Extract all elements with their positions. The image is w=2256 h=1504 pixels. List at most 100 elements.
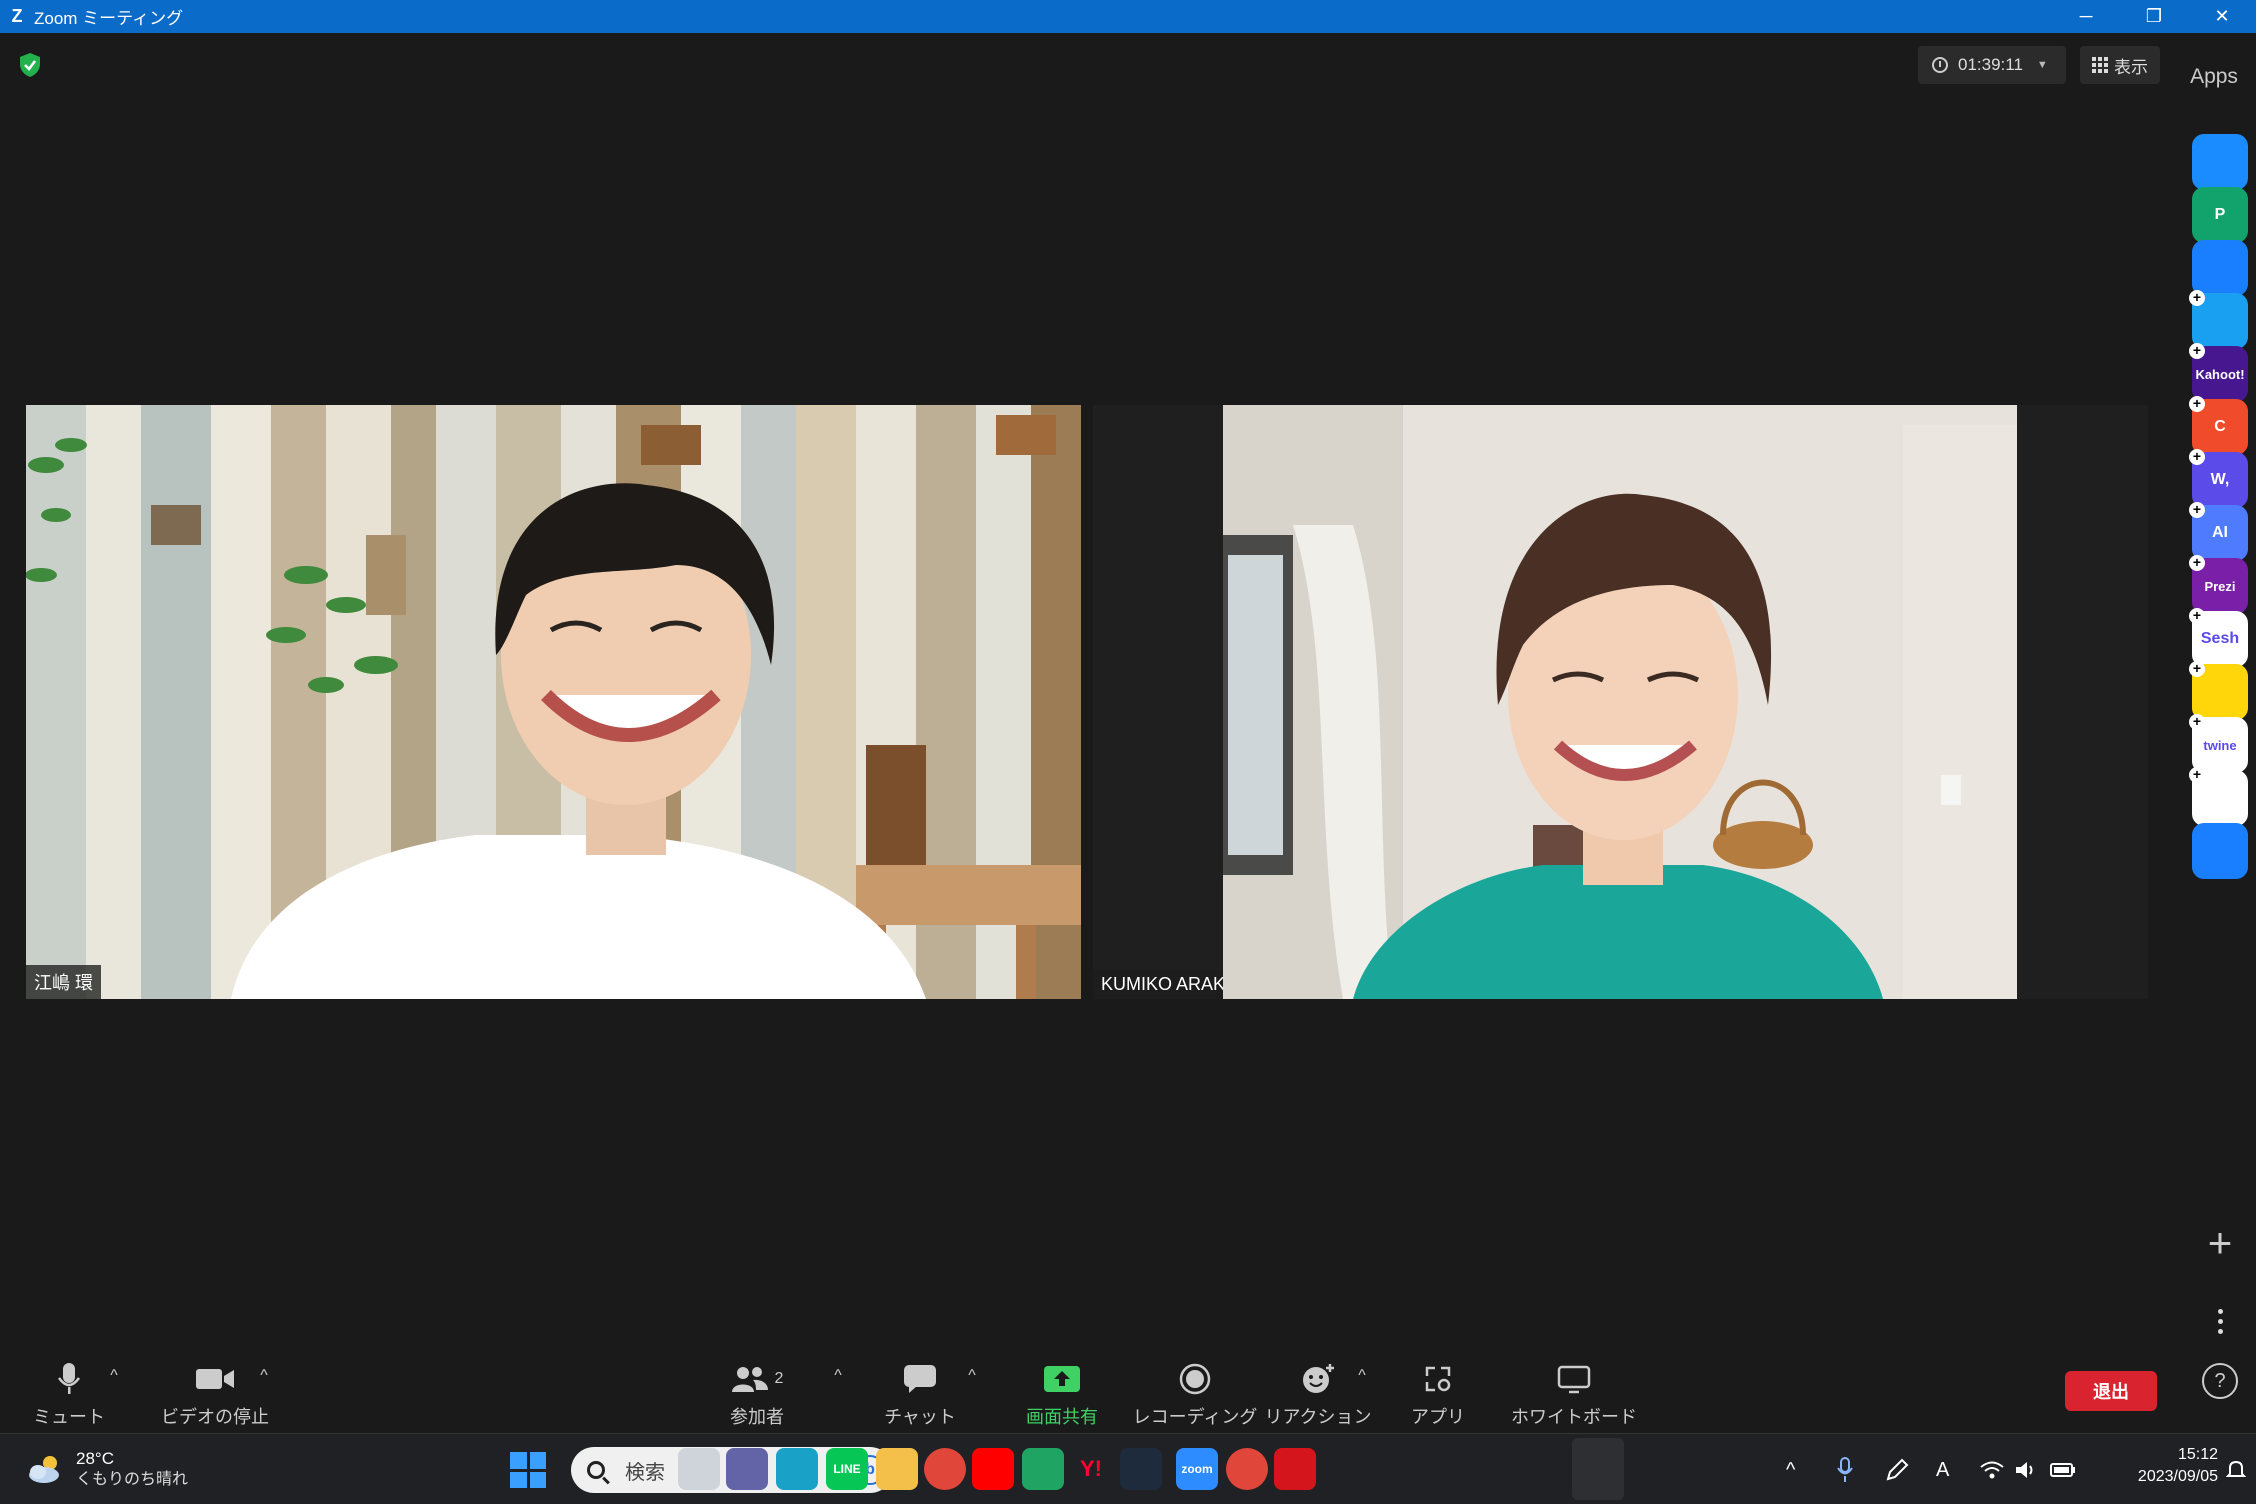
ai-app-label: AI — [2212, 524, 2228, 541]
taskbar-zoom-icon[interactable]: zoom — [1176, 1448, 1218, 1490]
apps-icon — [1423, 1361, 1453, 1397]
wifi-icon[interactable] — [1980, 1452, 2004, 1488]
flag-app-icon[interactable]: + — [2189, 290, 2248, 349]
add-app-plus-icon: + — [2189, 502, 2205, 518]
weather-widget[interactable]: 28°C くもりのち晴れ — [26, 1448, 188, 1490]
search-placeholder: 検索 — [625, 1461, 665, 1484]
input-method-icon[interactable]: A — [1936, 1452, 1949, 1488]
taskbar-acrobat-icon[interactable] — [1274, 1448, 1316, 1490]
view-label: 表示 — [2114, 57, 2148, 77]
video-camera-icon — [195, 1361, 235, 1397]
add-app-plus-icon: + — [2189, 343, 2205, 359]
chevron-up-icon: ^ — [260, 1367, 268, 1384]
meeting-controls: ミュート ^ ビデオの停止 ^ 2 参加者 ^ チャット ^ 画面共有 レコーデ… — [0, 1345, 2172, 1433]
weather-temperature: 28°C — [76, 1449, 114, 1468]
taskbar-line-label: LINE — [833, 1462, 861, 1476]
blocks-app-icon[interactable]: + — [2189, 767, 2248, 826]
add-app-plus-icon: + — [2189, 714, 2205, 730]
microphone-tray-icon[interactable] — [1836, 1452, 1854, 1488]
taskbar-yahoo-icon[interactable]: Y! — [1070, 1448, 1112, 1490]
recording-button[interactable]: レコーディング — [1133, 1345, 1257, 1433]
apps-label: アプリ — [1411, 1407, 1465, 1427]
volume-icon[interactable] — [2014, 1452, 2036, 1488]
prezi-app-icon[interactable]: Prezi + — [2189, 555, 2248, 614]
emoji-app-icon[interactable]: + — [2189, 661, 2248, 720]
kahoot-app-icon[interactable]: Kahoot! + — [2189, 343, 2248, 402]
whiteboard-label: ホワイトボード — [1511, 1407, 1637, 1427]
taskbar-teams-chat-icon[interactable] — [726, 1448, 768, 1490]
participants-options-button[interactable]: ^ — [826, 1345, 850, 1433]
taskbar-line-icon[interactable]: LINE — [826, 1448, 868, 1490]
stopwatch-app-icon[interactable] — [2192, 823, 2248, 879]
mute-button[interactable]: ミュート — [24, 1345, 114, 1433]
p-app-icon[interactable]: P — [2192, 187, 2248, 243]
tray-overflow-icon[interactable]: ^ — [1786, 1452, 1795, 1488]
cloudy-weather-icon — [29, 1456, 59, 1483]
prezi-app-label: Prezi — [2204, 578, 2236, 594]
meeting-area: 01:39:11 ▼ 表示 江嶋 環 KUMIKO ARAKAWA — [0, 33, 2172, 1433]
weather-condition: くもりのち晴れ — [76, 1471, 189, 1488]
grid-icon — [2092, 57, 2108, 73]
record-icon — [1179, 1361, 1211, 1397]
taskbar-youtube-icon[interactable] — [972, 1448, 1014, 1490]
sesh-app-label: Sesh — [2200, 630, 2240, 647]
elapsed-time: 01:39:11 — [1958, 55, 2023, 74]
chat-button[interactable]: チャット — [880, 1345, 960, 1433]
sesh-app-icon[interactable]: Sesh + — [2189, 608, 2248, 667]
taskbar-date: 2023/09/05 — [2137, 1468, 2218, 1485]
taskbar-dev-app-icon[interactable] — [1120, 1448, 1162, 1490]
taskbar-clock[interactable]: 15:12 2023/09/05 — [2100, 1444, 2218, 1488]
share-screen-label: 画面共有 — [1026, 1407, 1098, 1427]
wooclap-app-icon[interactable]: W, + — [2189, 449, 2248, 508]
add-app-plus-icon: + — [2189, 449, 2205, 465]
security-shield-icon[interactable] — [18, 52, 42, 78]
recording-label: レコーディング — [1132, 1407, 1258, 1427]
taskbar-chrome-profile-icon[interactable] — [1226, 1448, 1268, 1490]
leave-button[interactable]: 退出 — [2065, 1371, 2157, 1411]
meeting-timer[interactable]: 01:39:11 ▼ — [1918, 46, 2066, 84]
video-options-button[interactable]: ^ — [252, 1345, 276, 1433]
taskbar-task-view-icon[interactable] — [678, 1448, 720, 1490]
taskbar-edge-icon[interactable] — [776, 1448, 818, 1490]
pen-tray-icon[interactable] — [1884, 1452, 1910, 1488]
participant-2-video-frame — [1223, 405, 2017, 999]
search-icon — [587, 1461, 605, 1479]
close-button[interactable]: ✕ — [2188, 0, 2256, 33]
audio-options-button[interactable]: ^ — [102, 1345, 126, 1433]
add-app-plus-icon: + — [2189, 767, 2205, 783]
window-title: Zoom ミーティング — [34, 9, 184, 28]
video-tile-participant-1[interactable]: 江嶋 環 — [26, 405, 1081, 999]
battery-icon[interactable] — [2050, 1452, 2076, 1488]
more-options-icon[interactable] — [2192, 1301, 2248, 1341]
notification-icon[interactable] — [2226, 1452, 2246, 1488]
participants-label: 参加者 — [730, 1407, 784, 1427]
apps-button[interactable]: アプリ — [1400, 1345, 1476, 1433]
add-app-button[interactable]: + — [2192, 1215, 2248, 1271]
title-bar: Z Zoom ミーティング ─ ❐ ✕ — [0, 0, 2256, 33]
chat-options-button[interactable]: ^ — [960, 1345, 984, 1433]
taskbar-file-explorer-icon[interactable] — [876, 1448, 918, 1490]
timer-app-icon[interactable] — [2192, 240, 2248, 296]
twine-app-icon[interactable]: twine + — [2189, 714, 2248, 773]
participants-button[interactable]: 2 参加者 — [712, 1345, 802, 1433]
add-app-plus-icon: + — [2189, 661, 2205, 677]
taskbar-google-chat-icon[interactable] — [1022, 1448, 1064, 1490]
chevron-up-icon: ^ — [834, 1367, 842, 1384]
add-app-plus-icon: + — [2189, 555, 2205, 571]
minimize-button[interactable]: ─ — [2052, 0, 2120, 33]
whiteboard-button[interactable]: ホワイトボード — [1511, 1345, 1637, 1433]
reactions-options-button[interactable]: ^ — [1350, 1345, 1374, 1433]
smile-app-icon[interactable] — [2192, 134, 2248, 190]
c-app-icon[interactable]: C + — [2189, 396, 2248, 455]
windows-start-icon[interactable] — [510, 1452, 546, 1488]
wooclap-app-label: W, — [2210, 471, 2230, 488]
participant-2-video — [1223, 405, 2017, 999]
add-app-plus-icon: + — [2189, 608, 2205, 624]
view-button[interactable]: 表示 — [2080, 46, 2160, 84]
participant-1-video — [26, 405, 1081, 999]
help-button[interactable]: ? — [2202, 1363, 2238, 1399]
ai-app-icon[interactable]: AI + — [2189, 502, 2248, 561]
share-screen-button[interactable]: 画面共有 — [1012, 1345, 1112, 1433]
restore-button[interactable]: ❐ — [2120, 0, 2188, 33]
taskbar-chrome-icon[interactable] — [924, 1448, 966, 1490]
